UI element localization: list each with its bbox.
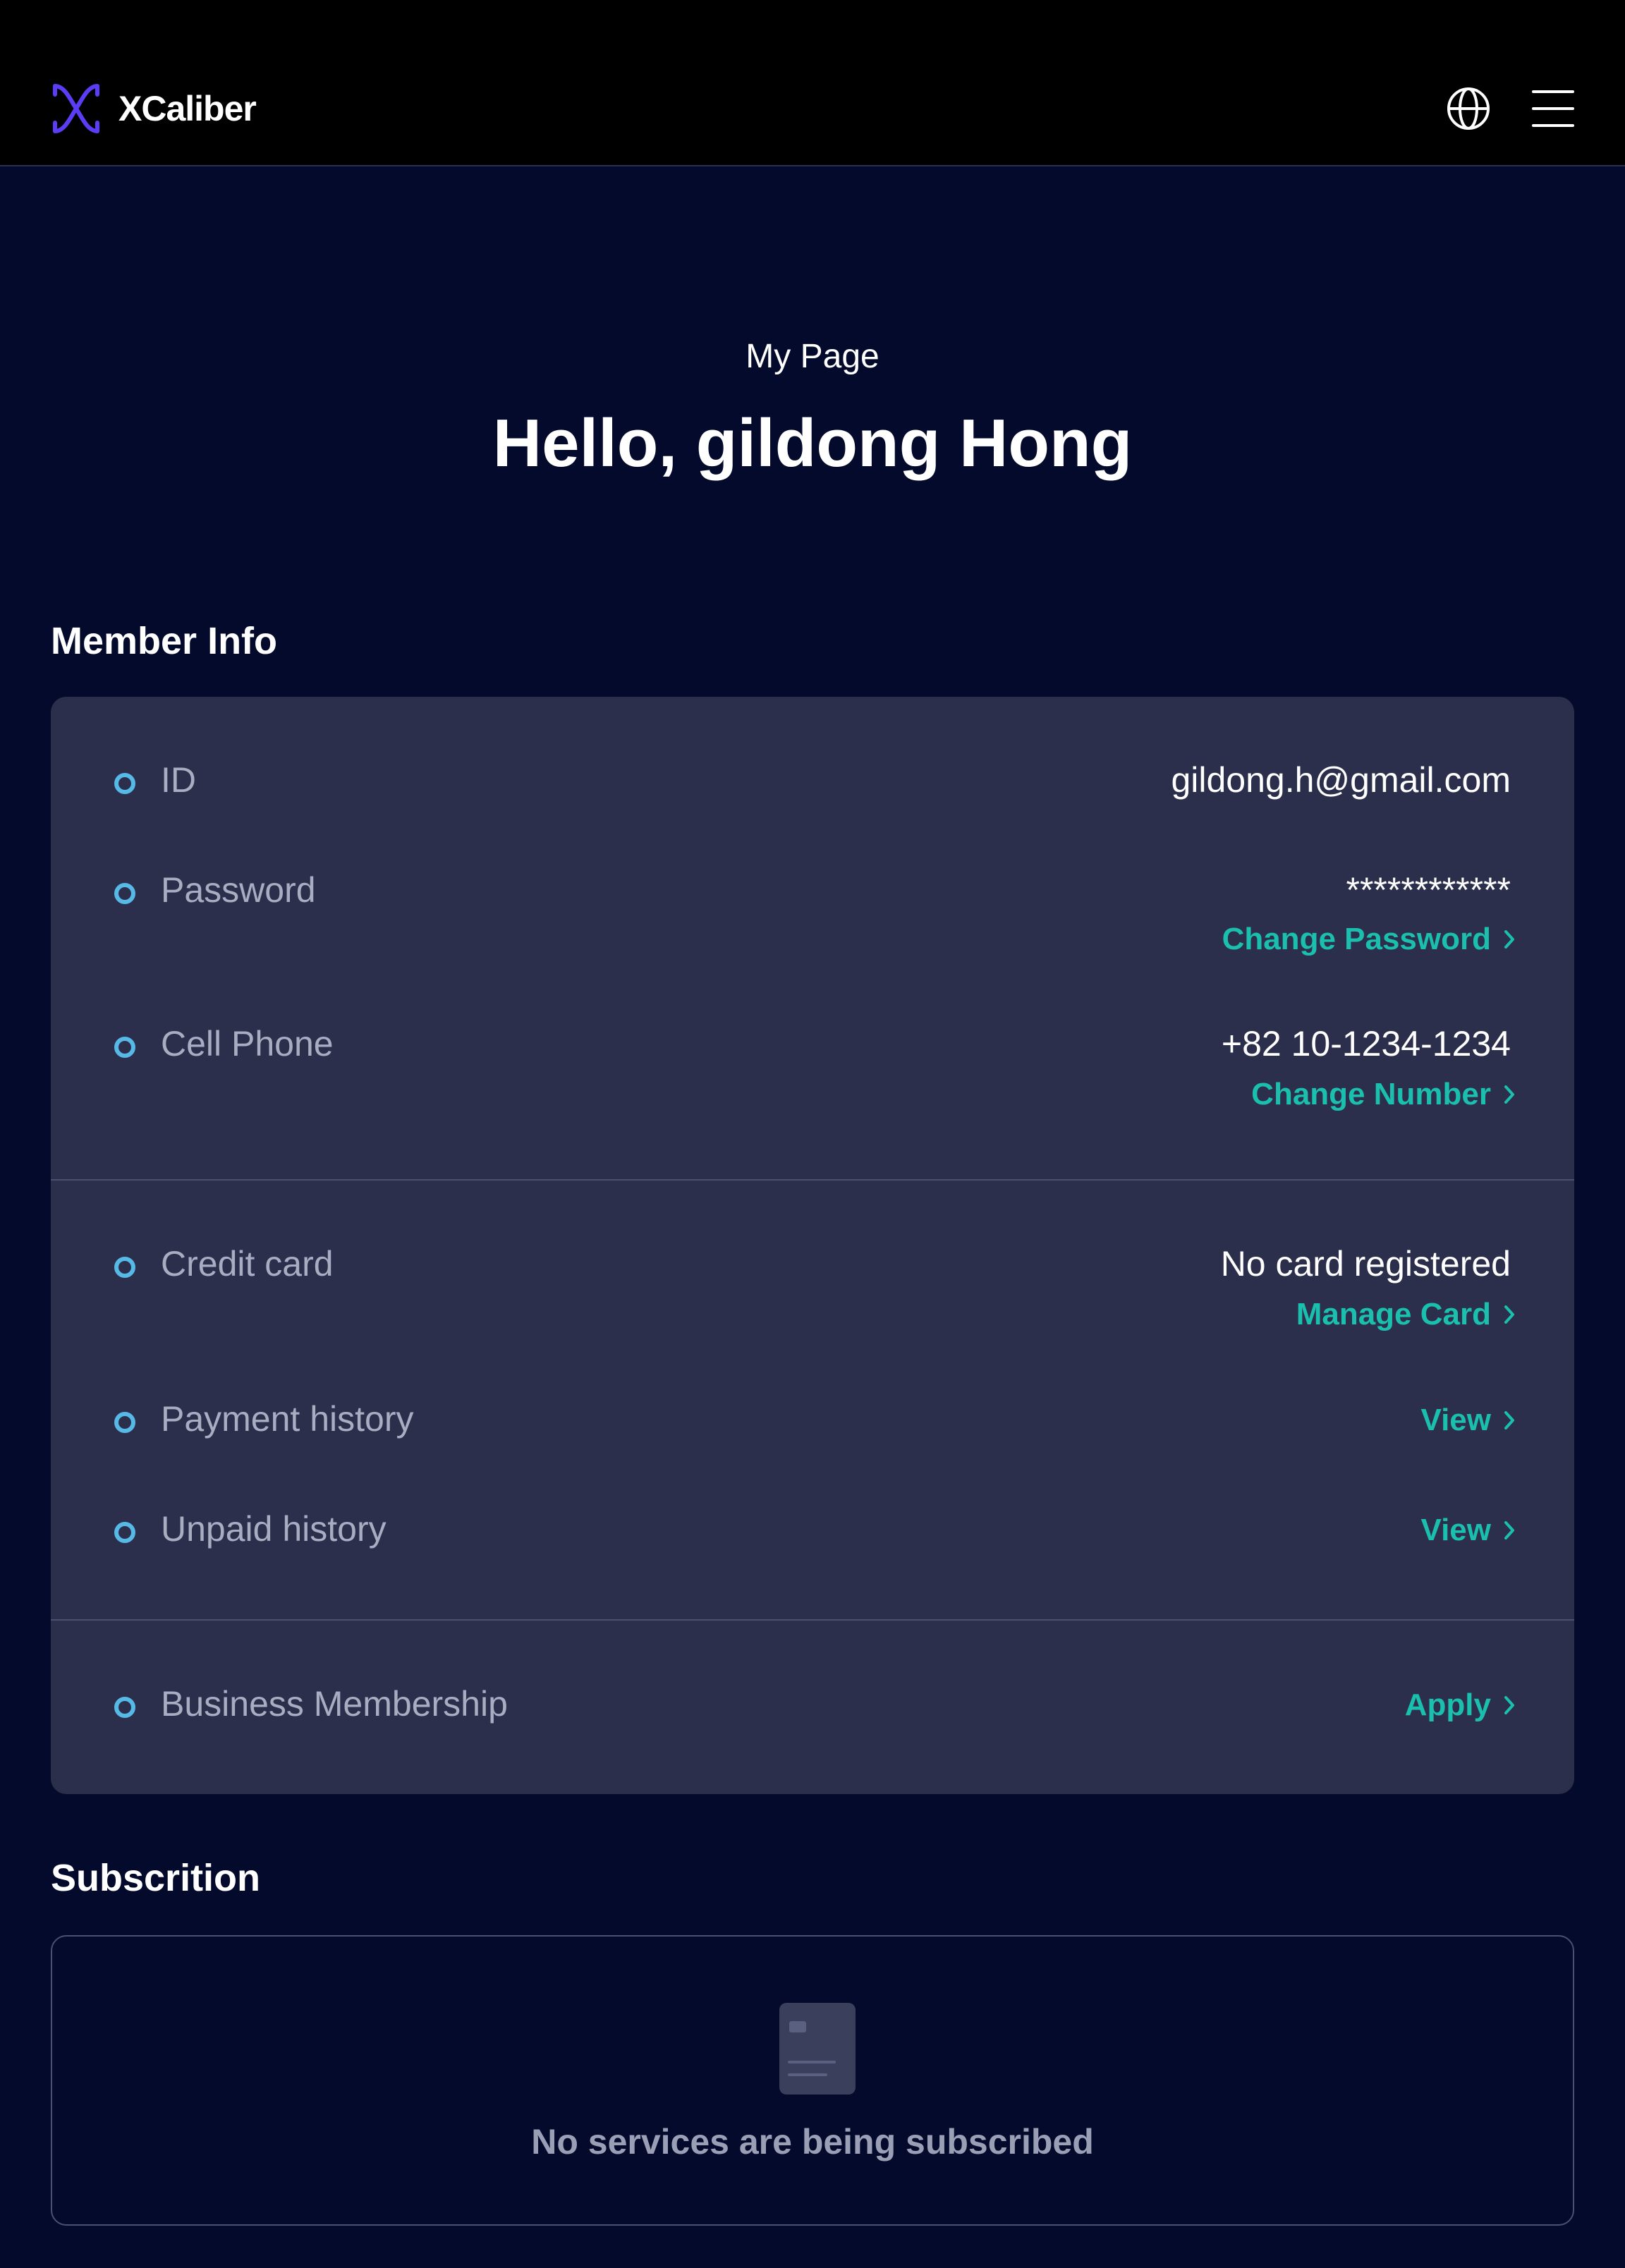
password-row: Password ************ bbox=[51, 867, 1574, 924]
page-subtitle: My Page bbox=[745, 338, 880, 375]
manage-card-label: Manage Card bbox=[1296, 1297, 1491, 1331]
payment-history-view-label: View bbox=[1420, 1403, 1491, 1437]
chevron-right-icon bbox=[1504, 930, 1514, 949]
payment-history-view-link[interactable]: View bbox=[1421, 1401, 1515, 1440]
credit-card-row: Credit card No card registered bbox=[51, 1241, 1574, 1298]
section-divider bbox=[51, 1619, 1574, 1621]
empty-subscription-text: No services are being subscribed bbox=[531, 2122, 1094, 2162]
bullet-icon bbox=[114, 773, 135, 794]
bullet-icon bbox=[114, 1257, 135, 1278]
section-divider bbox=[51, 1179, 1574, 1181]
business-membership-label: Business Membership bbox=[161, 1684, 508, 1724]
business-membership-apply-label: Apply bbox=[1404, 1688, 1491, 1722]
bullet-icon bbox=[114, 1412, 135, 1433]
cell-phone-label: Cell Phone bbox=[161, 1024, 334, 1063]
chevron-right-icon bbox=[1504, 1521, 1514, 1540]
chevron-right-icon bbox=[1504, 1411, 1514, 1429]
page-title: Hello, gildong Hong bbox=[492, 406, 1133, 481]
credit-card-value: No card registered bbox=[1220, 1244, 1511, 1284]
id-value: gildong.h@gmail.com bbox=[1171, 760, 1511, 800]
top-header: XCaliber bbox=[0, 0, 1625, 166]
password-value: ************ bbox=[1346, 870, 1511, 910]
member-info-card: ID gildong.h@gmail.com Password ********… bbox=[51, 697, 1574, 1794]
bullet-icon bbox=[114, 1522, 135, 1543]
credit-card-label: Credit card bbox=[161, 1244, 334, 1284]
hamburger-menu-icon[interactable] bbox=[1529, 85, 1577, 133]
unpaid-history-view-label: View bbox=[1420, 1513, 1491, 1547]
document-icon bbox=[779, 2003, 856, 2095]
chevron-right-icon bbox=[1504, 1305, 1514, 1324]
business-membership-row: Business Membership bbox=[51, 1681, 1574, 1738]
brand-logo[interactable]: XCaliber bbox=[49, 82, 257, 135]
brand-name: XCaliber bbox=[118, 89, 257, 128]
manage-card-link[interactable]: Manage Card bbox=[1296, 1295, 1515, 1334]
subscription-heading: Subscrition bbox=[51, 1857, 261, 1899]
unpaid-history-row: Unpaid history bbox=[51, 1506, 1574, 1563]
bullet-icon bbox=[114, 1037, 135, 1058]
change-number-label: Change Number bbox=[1251, 1077, 1491, 1111]
cell-phone-value: +82 10-1234-1234 bbox=[1221, 1024, 1511, 1063]
payment-history-row: Payment history bbox=[51, 1396, 1574, 1453]
payment-history-label: Payment history bbox=[161, 1399, 414, 1439]
xcaliber-logo-icon bbox=[53, 84, 99, 133]
member-info-heading: Member Info bbox=[51, 620, 278, 662]
unpaid-history-label: Unpaid history bbox=[161, 1509, 387, 1549]
chevron-right-icon bbox=[1504, 1696, 1514, 1714]
business-membership-apply-link[interactable]: Apply bbox=[1405, 1685, 1515, 1725]
bullet-icon bbox=[114, 1697, 135, 1718]
change-password-label: Change Password bbox=[1222, 922, 1491, 956]
change-number-link[interactable]: Change Number bbox=[1251, 1075, 1515, 1114]
password-label: Password bbox=[161, 870, 316, 910]
chevron-right-icon bbox=[1504, 1085, 1514, 1104]
bullet-icon bbox=[114, 883, 135, 904]
cell-phone-row: Cell Phone +82 10-1234-1234 bbox=[51, 1021, 1574, 1078]
id-label: ID bbox=[161, 760, 196, 800]
change-password-link[interactable]: Change Password bbox=[1222, 920, 1515, 959]
subscription-empty-box: No services are being subscribed bbox=[51, 1935, 1574, 2226]
unpaid-history-view-link[interactable]: View bbox=[1421, 1511, 1515, 1550]
id-row: ID gildong.h@gmail.com bbox=[51, 757, 1574, 814]
globe-icon[interactable] bbox=[1444, 85, 1492, 133]
